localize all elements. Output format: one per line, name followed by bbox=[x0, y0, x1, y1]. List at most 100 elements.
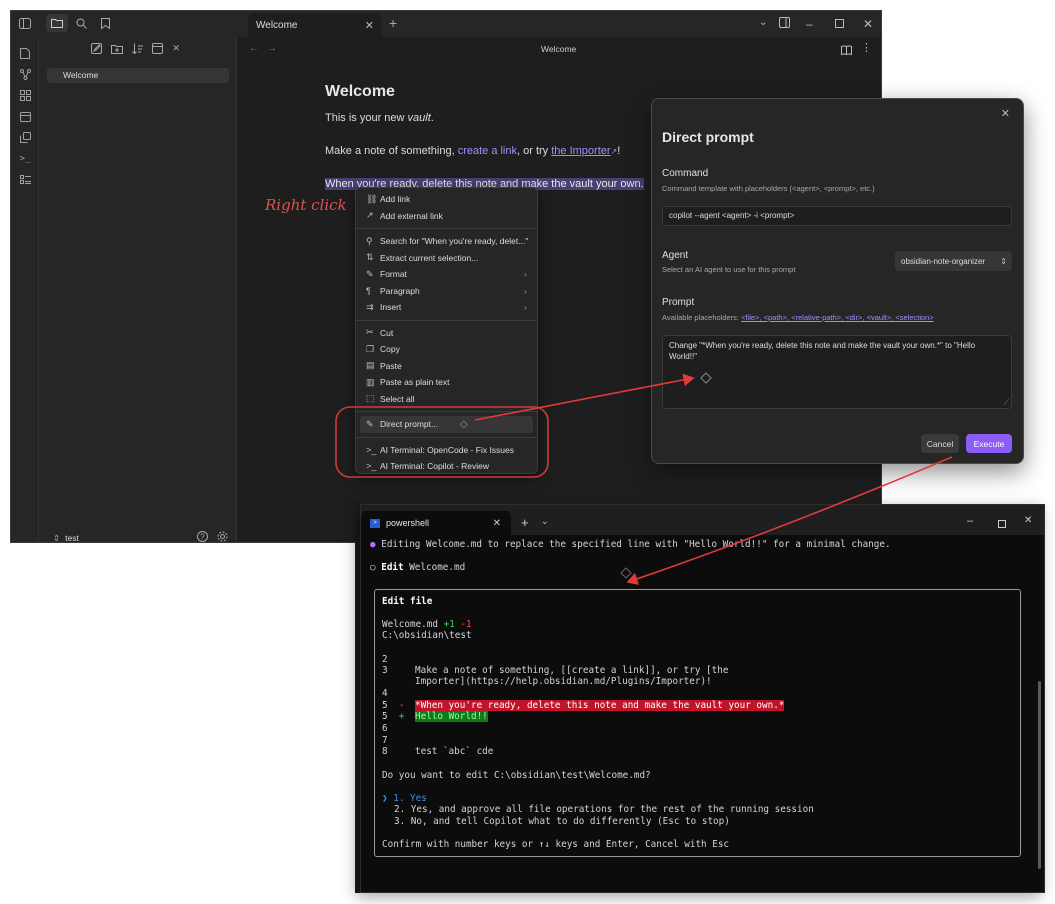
menu-label: AI Terminal: OpenCode - Fix Issues bbox=[380, 444, 515, 455]
diff-minus: -1 bbox=[460, 619, 472, 630]
maximize-icon[interactable] bbox=[998, 517, 1006, 531]
close-icon[interactable]: ✕ bbox=[1001, 107, 1010, 120]
prompt-textarea[interactable]: Change "*When you're ready, delete this … bbox=[662, 335, 1012, 409]
menu-label: Paste bbox=[380, 360, 402, 371]
option-yes-all[interactable]: 2. Yes, and approve all file operations … bbox=[394, 804, 814, 815]
folder-icon[interactable] bbox=[46, 14, 68, 32]
sidebar-item-label: Welcome bbox=[63, 70, 99, 80]
svg-text:?: ? bbox=[200, 533, 205, 542]
title-bar: Welcome ✕ + ⌄ – ✕ bbox=[11, 11, 881, 37]
chevron-down-icon[interactable]: ⌄ bbox=[759, 17, 767, 28]
text: Make a note of something, bbox=[325, 145, 458, 157]
external-link-icon: ↗ bbox=[366, 210, 374, 221]
search-icon[interactable] bbox=[74, 16, 88, 30]
execute-button[interactable]: Execute bbox=[966, 434, 1012, 453]
sidebar-toggle-icon[interactable] bbox=[17, 16, 33, 30]
line-number: 8 bbox=[382, 746, 388, 757]
menu-item-ai-terminal-copilot[interactable]: >_ AI Terminal: Copilot - Review bbox=[356, 458, 537, 475]
terminal-tab-title: powershell bbox=[386, 518, 430, 528]
new-tab-icon[interactable]: + bbox=[521, 515, 529, 530]
paragraph-icon: ¶ bbox=[366, 285, 371, 296]
menu-item-cut[interactable]: ✂ Cut bbox=[356, 325, 537, 342]
diff-line-removed: 5 - bbox=[382, 700, 404, 711]
new-note-icon[interactable] bbox=[91, 43, 102, 54]
diff-line-added: 5 + bbox=[382, 711, 404, 722]
settings-gear-icon[interactable] bbox=[217, 531, 228, 542]
powershell-icon: > bbox=[370, 518, 380, 528]
sidebar-item-welcome[interactable]: Welcome bbox=[47, 68, 229, 83]
minimize-icon[interactable]: – bbox=[967, 515, 973, 527]
menu-item-search[interactable]: ⚲ Search for "When you're ready, delet...… bbox=[356, 233, 537, 250]
terminal-icon[interactable]: >_ bbox=[11, 148, 39, 169]
new-note-icon[interactable] bbox=[11, 43, 39, 64]
terminal-tab[interactable]: > powershell ✕ bbox=[361, 511, 511, 535]
command-label: Command bbox=[662, 168, 709, 179]
new-folder-icon[interactable] bbox=[111, 43, 123, 54]
layout-icon[interactable] bbox=[779, 17, 790, 31]
menu-item-direct-prompt[interactable]: ✎ Direct prompt... ◇ bbox=[360, 416, 533, 433]
vault-name: test bbox=[65, 533, 79, 543]
option-no[interactable]: 3. No, and tell Copilot what to do diffe… bbox=[394, 816, 730, 827]
menu-item-copy[interactable]: ❐ Copy bbox=[356, 341, 537, 358]
graph-icon[interactable] bbox=[11, 64, 39, 85]
agent-description: Select an AI agent to use for this promp… bbox=[662, 265, 796, 274]
chevron-down-icon[interactable]: ⌄ bbox=[541, 516, 549, 527]
menu-item-format[interactable]: ✎ Format › bbox=[356, 266, 537, 283]
close-window-icon[interactable]: ✕ bbox=[1024, 515, 1032, 526]
maximize-icon[interactable] bbox=[835, 17, 844, 31]
vault-switcher[interactable]: ⇕ test bbox=[53, 533, 79, 543]
menu-item-ai-terminal-opencode[interactable]: >_ AI Terminal: OpenCode - Fix Issues bbox=[356, 442, 537, 459]
menu-label: Copy bbox=[380, 344, 400, 355]
added-text: Hello World!! bbox=[415, 711, 488, 722]
forward-arrow-icon[interactable]: → bbox=[267, 43, 277, 54]
confirm-footer: Confirm with number keys or ↑↓ keys and … bbox=[382, 839, 730, 850]
tab-title: Welcome bbox=[256, 19, 298, 31]
text: This is your new bbox=[325, 112, 408, 124]
canvas-icon[interactable] bbox=[11, 85, 39, 106]
more-options-icon[interactable]: ⋮ bbox=[861, 41, 872, 54]
menu-item-add-external-link[interactable]: ↗ Add external link bbox=[356, 208, 537, 225]
menu-item-select-all[interactable]: ⬚ Select all bbox=[356, 391, 537, 408]
prompt-description: Available placeholders: <file>, <path>, … bbox=[662, 313, 934, 322]
internal-link[interactable]: create a link bbox=[458, 145, 517, 157]
diff-line: 7 bbox=[382, 735, 388, 746]
list-icon[interactable] bbox=[11, 169, 39, 190]
terminal-scrollbar[interactable] bbox=[1038, 681, 1041, 869]
tab-welcome[interactable]: Welcome ✕ bbox=[248, 13, 382, 37]
command-input[interactable]: copilot --agent <agent> -i <prompt> bbox=[662, 206, 1012, 226]
sort-icon[interactable] bbox=[132, 43, 143, 54]
direct-prompt-modal: ✕ Direct prompt Command Command template… bbox=[651, 98, 1024, 464]
line-number: 4 bbox=[382, 688, 388, 699]
agent-select[interactable]: obsidian-note-organizer ⇕ bbox=[895, 251, 1012, 271]
calendar-icon[interactable] bbox=[11, 106, 39, 127]
close-window-icon[interactable]: ✕ bbox=[863, 17, 873, 31]
cancel-button[interactable]: Cancel bbox=[921, 434, 959, 453]
circle-icon: ○ bbox=[370, 562, 376, 573]
line-number: 2 bbox=[382, 654, 388, 665]
menu-item-paste[interactable]: ▤ Paste bbox=[356, 358, 537, 375]
line-number: 3 bbox=[382, 665, 388, 676]
back-arrow-icon[interactable]: ← bbox=[249, 43, 259, 54]
extract-icon: ⇅ bbox=[366, 252, 374, 263]
minimize-icon[interactable]: – bbox=[806, 17, 813, 31]
placeholders-list: <file>, <path>, <relative-path>, <dir>, … bbox=[741, 313, 934, 322]
close-tab-icon[interactable]: ✕ bbox=[493, 518, 501, 529]
resize-handle-icon: ⟋ bbox=[1003, 398, 1009, 407]
collapse-all-icon[interactable]: ⨯ bbox=[172, 43, 180, 54]
external-link[interactable]: the Importer bbox=[551, 145, 610, 157]
new-tab-icon[interactable]: + bbox=[389, 15, 397, 31]
reading-view-icon[interactable] bbox=[841, 44, 852, 58]
help-icon[interactable]: ? bbox=[197, 531, 208, 542]
menu-item-paste-plain[interactable]: ▥ Paste as plain text bbox=[356, 374, 537, 391]
copy-icon[interactable] bbox=[11, 127, 39, 148]
agent-label: Agent bbox=[662, 250, 689, 261]
collapse-icon[interactable] bbox=[152, 43, 163, 54]
option-yes[interactable]: ❯ 1. Yes bbox=[382, 793, 427, 804]
menu-item-paragraph[interactable]: ¶ Paragraph › bbox=[356, 283, 537, 300]
bookmark-icon[interactable] bbox=[98, 16, 112, 30]
menu-item-insert[interactable]: ⇉ Insert › bbox=[356, 299, 537, 316]
cursor-icon: ◇ bbox=[460, 418, 468, 430]
menu-item-extract[interactable]: ⇅ Extract current selection... bbox=[356, 250, 537, 267]
close-tab-icon[interactable]: ✕ bbox=[365, 19, 374, 32]
menu-item-add-link[interactable]: ⛓ Add link bbox=[356, 191, 537, 208]
